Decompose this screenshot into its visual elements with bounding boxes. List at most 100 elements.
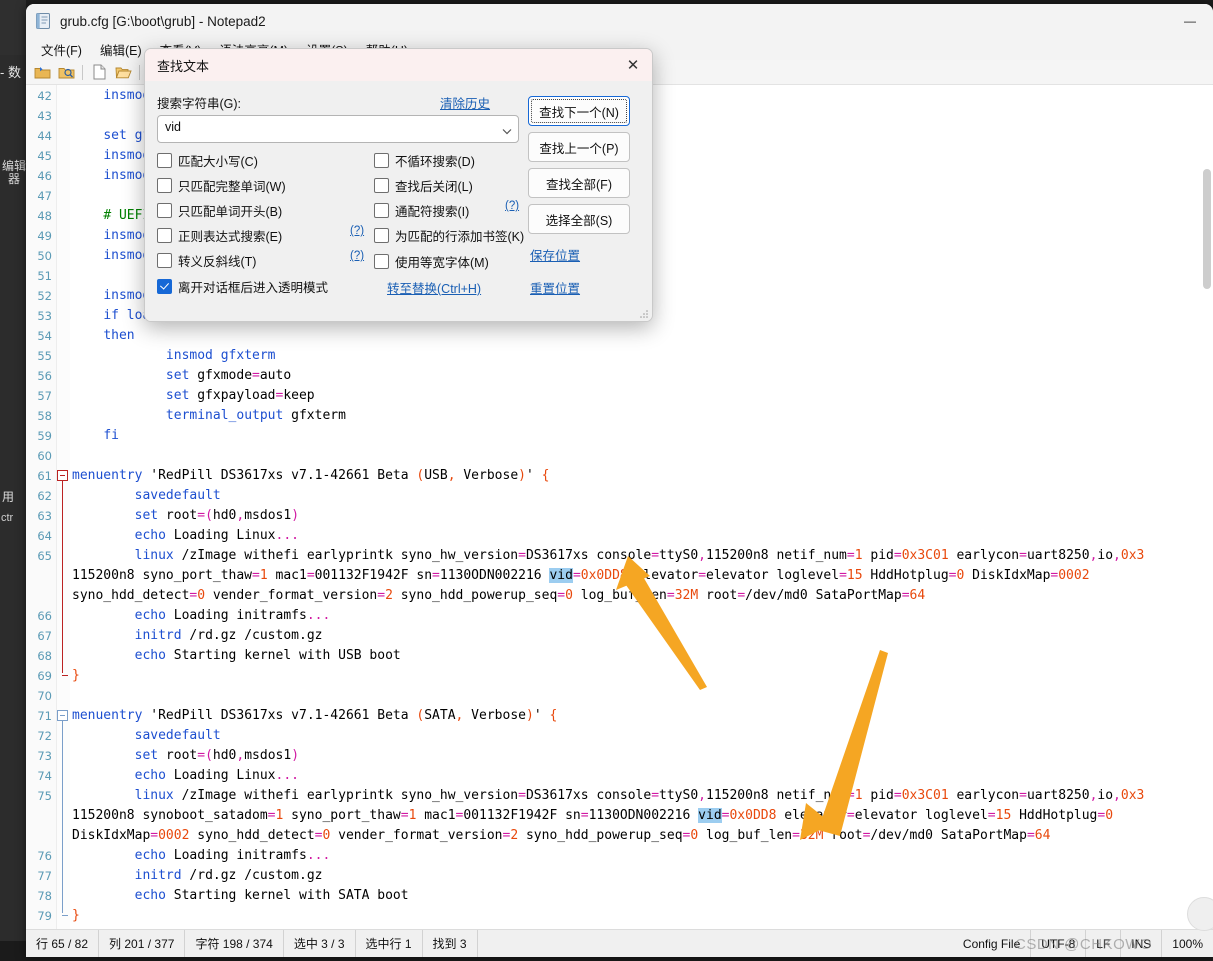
code-token: gfxterm (283, 408, 346, 423)
code-token: = (432, 568, 440, 583)
notepad-icon (34, 12, 52, 30)
checkbox-close-after-find[interactable]: 查找后关闭(L) (374, 176, 473, 195)
status-zoom[interactable]: 100% (1162, 930, 1213, 957)
code-token: syno_hdd_detect (72, 588, 190, 603)
code-token: = (1019, 548, 1027, 563)
help-link-regex[interactable]: (?) (350, 225, 364, 237)
code-line-row: 77 initrd /rd.gz /custom.gz (26, 866, 1213, 886)
code-token: 0x3C01 (901, 548, 949, 563)
line-number: 60 (37, 449, 52, 463)
code-token: pid (862, 788, 894, 803)
checkbox-box (374, 178, 389, 193)
code-token: ) (291, 748, 300, 763)
code-token: = (666, 588, 675, 603)
code-line-row: 69} (26, 666, 1213, 686)
code-token: 0 (1105, 808, 1114, 823)
checkbox-box (157, 153, 172, 168)
fold-guide-line-61[interactable] (62, 481, 63, 673)
checkbox-label: 离开对话框后进入透明模式 (178, 281, 329, 295)
line-number: 46 (37, 169, 52, 183)
code-token: terminal_output (165, 408, 284, 423)
code-token: ... (306, 608, 331, 623)
new-file-icon[interactable] (88, 62, 110, 82)
code-token: echo (134, 608, 166, 623)
select-all-button[interactable]: 选择全部(S) (528, 204, 630, 234)
find-next-button[interactable]: 查找下一个(N) (528, 96, 630, 126)
fold-toggle-line-71[interactable] (57, 710, 68, 721)
line-number: 58 (37, 409, 52, 423)
find-previous-button[interactable]: 查找上一个(P) (528, 132, 630, 162)
code-token: USB (424, 468, 448, 483)
code-token: gfxpayload (189, 388, 276, 403)
vertical-scrollbar-thumb[interactable] (1203, 169, 1211, 289)
code-line-row: 61 menuentry 'RedPill DS3617xs v7.1-42661… (26, 466, 1213, 486)
clear-history-link[interactable]: 清除历史 (440, 93, 490, 112)
new-window-icon[interactable] (31, 62, 53, 82)
checkbox-box (374, 203, 389, 218)
code-token: DiskIdxMap (72, 828, 151, 843)
menu-file[interactable]: 文件(F) (32, 38, 91, 61)
checkbox-wildcard[interactable]: 通配符搜索(I) (374, 201, 469, 220)
code-token: 0x0DD8 (729, 808, 777, 823)
code-line-row: 79} (26, 906, 1213, 926)
checkbox-regex[interactable]: 正则表达式搜索(E) (157, 226, 282, 245)
code-wrap-row: 115200n8 syno_port_thaw=1 mac1=001132F19… (26, 566, 1213, 586)
checkbox-label: 只匹配完整单词(W) (178, 180, 286, 194)
fold-end-line-79[interactable] (62, 915, 68, 916)
checkbox-transparent-mode[interactable]: 离开对话框后进入透明模式 (157, 277, 328, 296)
resize-grip[interactable] (639, 308, 649, 318)
code-line-row: 55 insmod gfxterm (26, 346, 1213, 366)
fold-toggle-line-61[interactable] (57, 470, 68, 481)
search-match-highlight: vid (549, 568, 573, 583)
code-token: = (518, 788, 526, 803)
help-link-escape[interactable]: (?) (350, 250, 364, 262)
code-token: 115200n8 synoboot_satadom (72, 808, 268, 823)
close-icon[interactable]: ✕ (618, 51, 648, 79)
code-token: , (447, 468, 456, 483)
line-number: 44 (37, 129, 52, 143)
checkbox-bookmark-matches[interactable]: 为匹配的行添加书签(K) (374, 226, 524, 245)
code-token: 115200n8 netif_num (706, 548, 847, 563)
code-token: msdos1 (244, 748, 292, 763)
search-input[interactable]: vid (157, 115, 519, 143)
code-token: = (792, 828, 800, 843)
link-reset-position[interactable]: 重置位置 (530, 278, 580, 297)
open-file-icon[interactable] (112, 62, 134, 82)
link-save-position[interactable]: 保存位置 (530, 245, 580, 264)
code-token: Loading Linux (165, 768, 276, 783)
code-token: ' (533, 708, 550, 723)
code-token: 32M (799, 828, 824, 843)
link-goto-replace[interactable]: 转至替换(Ctrl+H) (387, 278, 481, 297)
code-token: HddHotplug (862, 568, 949, 583)
file-browser-icon[interactable] (55, 62, 77, 82)
checkbox-word-start[interactable]: 只匹配单词开头(B) (157, 201, 282, 220)
find-all-button[interactable]: 查找全部(F) (528, 168, 630, 198)
line-number: 54 (37, 329, 52, 343)
menu-edit[interactable]: 编辑(E) (91, 38, 151, 61)
code-line-row: 75 linux /zImage withefi earlyprintk syn… (26, 786, 1213, 806)
code-token: uart8250 (1026, 548, 1090, 563)
code-token: = (580, 808, 589, 823)
line-number: 74 (37, 769, 52, 783)
code-token: ... (306, 848, 331, 863)
status-found: 找到 3 (423, 930, 478, 957)
code-token: 001132F1942F sn (463, 808, 581, 823)
checkbox-monospace-font[interactable]: 使用等宽字体(M) (374, 252, 489, 271)
line-number: 59 (37, 429, 52, 443)
button-label: 查找全部(F) (546, 177, 612, 192)
fold-end-line-69[interactable] (62, 675, 68, 676)
code-token: hd0 (212, 508, 237, 523)
checkbox-escape-backslash[interactable]: 转义反斜线(T) (157, 251, 256, 270)
chevron-down-icon[interactable] (502, 125, 512, 135)
code-token: ) (291, 508, 300, 523)
checkbox-match-case[interactable]: 匹配大小写(C) (157, 151, 258, 170)
fold-guide-line-71[interactable] (62, 721, 63, 913)
code-line-row: 73 set root=(hd0,msdos1) (26, 746, 1213, 766)
minimize-button[interactable]: — (1167, 4, 1213, 38)
code-token: 0002 (1058, 568, 1090, 583)
checkbox-no-wrap[interactable]: 不循环搜索(D) (374, 151, 475, 170)
code-token: = (846, 808, 855, 823)
code-text: echo Starting kernel with SATA boot (72, 886, 409, 906)
checkbox-whole-word[interactable]: 只匹配完整单词(W) (157, 176, 286, 195)
help-link-wildcard[interactable]: (?) (505, 200, 519, 212)
